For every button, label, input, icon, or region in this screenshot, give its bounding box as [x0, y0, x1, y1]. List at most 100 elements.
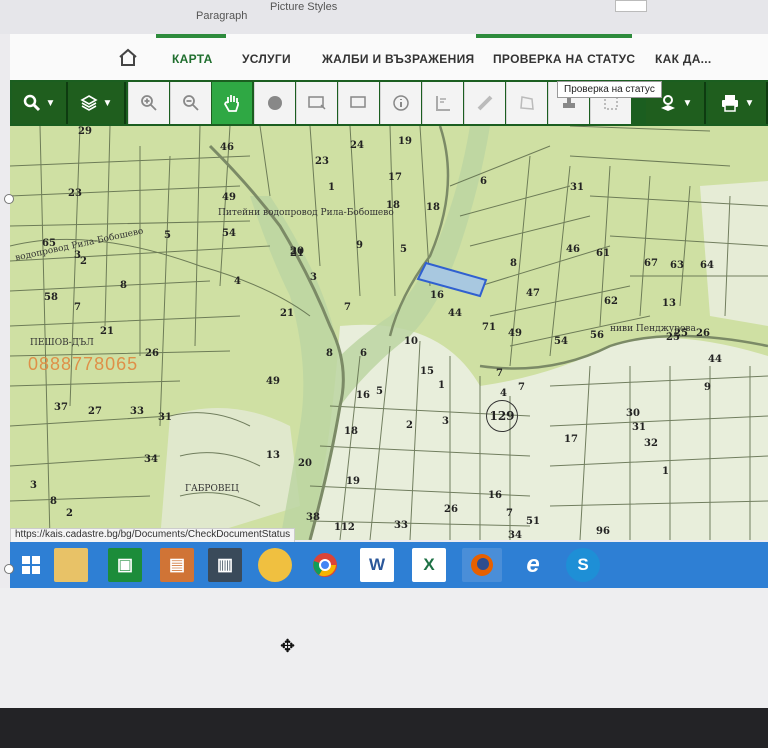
- parcel-number: 20: [298, 458, 312, 469]
- parcel-number: 17: [564, 434, 578, 445]
- excel-icon[interactable]: X: [412, 548, 446, 582]
- ribbon-picture-styles[interactable]: Picture Styles: [270, 1, 337, 13]
- chevron-down-icon: ▼: [682, 97, 693, 109]
- parcel-number: 24: [350, 140, 364, 151]
- parcel-number: 16: [430, 290, 444, 301]
- parcel-number: 9: [356, 240, 363, 251]
- parcel-number: 34: [144, 454, 158, 465]
- parcel-number: 33: [394, 520, 408, 531]
- info-button[interactable]: [380, 82, 421, 124]
- tab-services[interactable]: УСЛУГИ: [242, 52, 291, 66]
- word-icon[interactable]: W: [360, 548, 394, 582]
- measure-button[interactable]: [422, 82, 463, 124]
- parcel-number: 61: [596, 248, 610, 259]
- parcel-number: 38: [306, 512, 320, 523]
- tab-map[interactable]: КАРТА: [172, 52, 213, 66]
- tab-how-to[interactable]: КАК ДА...: [655, 52, 712, 66]
- move-cursor-icon: ✥: [280, 636, 296, 656]
- zoom-in-button[interactable]: [128, 82, 169, 124]
- parcel-number: 20: [290, 246, 304, 257]
- parcel-number: 58: [44, 292, 58, 303]
- zoom-out-button[interactable]: [170, 82, 211, 124]
- place-label: Питейни водопровод Рила-Бобошево: [218, 208, 394, 218]
- store-icon[interactable]: ▣: [108, 548, 142, 582]
- firefox-icon[interactable]: [462, 548, 502, 582]
- parcel-number: 46: [220, 142, 234, 153]
- area-button[interactable]: [506, 82, 547, 124]
- parcel-number: 15: [420, 366, 434, 377]
- parcel-number: 46: [566, 244, 580, 255]
- desktop-below: [0, 588, 768, 708]
- globe-button[interactable]: [254, 82, 295, 124]
- tab-indicator-status: [476, 34, 632, 38]
- parcel-number: 3: [442, 416, 449, 427]
- home-icon[interactable]: [118, 48, 138, 66]
- ruler-button[interactable]: [464, 82, 505, 124]
- layers-tool[interactable]: ▼: [68, 82, 126, 124]
- parcel-number: 9: [704, 382, 711, 393]
- pan-button[interactable]: [212, 82, 252, 124]
- parcel-number: 18: [344, 426, 358, 437]
- parcel-number: 37: [54, 402, 68, 413]
- parcel-number: 6: [360, 348, 367, 359]
- layers-icon: [79, 95, 98, 111]
- parcel-number: 54: [554, 336, 568, 347]
- parcel-number: 65: [42, 238, 56, 249]
- select-area-button[interactable]: [296, 82, 337, 124]
- windows-start-icon[interactable]: [14, 548, 48, 582]
- parcel-number: 2: [66, 508, 73, 519]
- parcel-number: 7: [496, 368, 503, 379]
- selection-handle[interactable]: [4, 564, 14, 574]
- parcel-number: 16: [488, 490, 502, 501]
- parcel-number: 30: [626, 408, 640, 419]
- hand-icon: [224, 95, 239, 112]
- selection-handle[interactable]: [4, 194, 14, 204]
- parcel-number: 8: [120, 280, 127, 291]
- chrome-icon[interactable]: [308, 548, 342, 582]
- cadastral-map[interactable]: Питейни водопровод Рила-Бобошево водопро…: [10, 126, 768, 540]
- parcel-number: 19: [398, 136, 412, 147]
- parcel-number: 1: [662, 466, 669, 477]
- chevron-down-icon: ▼: [102, 97, 113, 109]
- print-tool[interactable]: ▼: [708, 82, 768, 124]
- select-rect-icon: [308, 96, 326, 110]
- parcel-number: 62: [604, 296, 618, 307]
- search-tool[interactable]: ▼: [12, 82, 68, 124]
- parcel-number: 19: [346, 476, 360, 487]
- shell-icon[interactable]: [258, 548, 292, 582]
- file-explorer-icon[interactable]: [54, 548, 88, 582]
- parcel-number: 67: [644, 258, 658, 269]
- paint-icon[interactable]: ▤: [160, 548, 194, 582]
- parcel-number: 8: [326, 348, 333, 359]
- chevron-down-icon: ▼: [45, 97, 56, 109]
- select-button[interactable]: [338, 82, 379, 124]
- select-icon: [350, 96, 366, 108]
- parcel-number: 8: [50, 496, 57, 507]
- parcel-number: 13: [266, 450, 280, 461]
- internet-explorer-icon[interactable]: e: [516, 548, 550, 582]
- parcel-number: 49: [508, 328, 522, 339]
- parcel-number: 3: [310, 272, 317, 283]
- search-icon: [23, 94, 40, 112]
- zoom-in-icon: [141, 95, 157, 111]
- parcel-number: 1: [328, 182, 335, 193]
- chevron-down-icon: ▼: [744, 97, 755, 109]
- parcel-number: 33: [130, 406, 144, 417]
- parcel-number: 8: [510, 258, 517, 269]
- parcel-number: 2: [406, 420, 413, 431]
- skype-business-icon[interactable]: ▥: [208, 548, 242, 582]
- zoom-out-icon: [183, 95, 199, 111]
- active-tab-indicator: [156, 34, 226, 38]
- parcel-number: 5: [376, 386, 383, 397]
- skype-icon[interactable]: S: [566, 548, 600, 582]
- parcel-number: 44: [448, 308, 462, 319]
- tab-complaints[interactable]: ЖАЛБИ И ВЪЗРАЖЕНИЯ: [322, 52, 474, 66]
- parcel-number: 26: [696, 328, 710, 339]
- parcel-number: 49: [266, 376, 280, 387]
- ribbon-paragraph[interactable]: Paragraph: [196, 10, 247, 22]
- parcel-number: 31: [632, 422, 646, 433]
- parcel-number: 7: [518, 382, 525, 393]
- parcel-number: 7: [344, 302, 351, 313]
- tab-status-check[interactable]: ПРОВЕРКА НА СТАТУС: [493, 52, 635, 66]
- parcel-number: 18: [426, 202, 440, 213]
